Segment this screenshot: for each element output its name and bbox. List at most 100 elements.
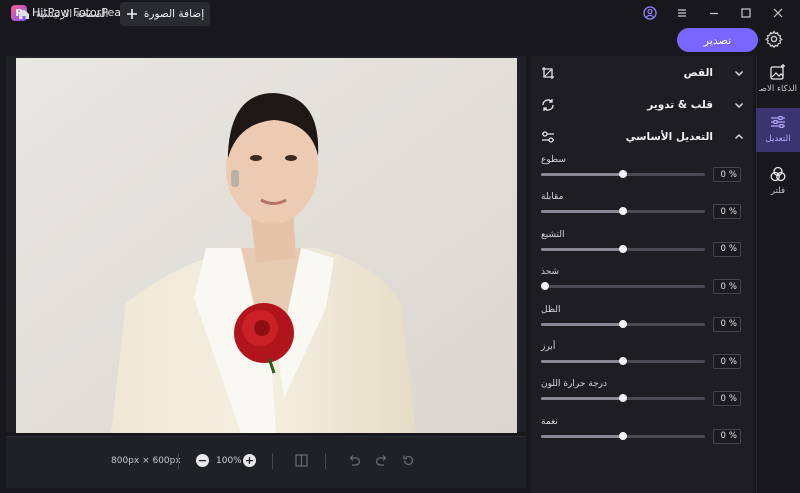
zoom-out-button[interactable]: − — [196, 454, 209, 467]
sidebar-item-edit[interactable]: التعديل — [756, 108, 800, 152]
param-label: مقابلة — [541, 192, 564, 203]
sliders-icon — [542, 131, 554, 143]
section-basic-adjust-title: التعديل الأساسي — [625, 131, 713, 143]
param-value: 0 — [720, 431, 726, 442]
tab-add-image[interactable]: إضافة الصورة — [120, 2, 210, 26]
section-crop-title: القص — [683, 67, 713, 79]
sidebar-item-filter-label: فلتر — [770, 186, 786, 196]
param-unit: % — [728, 319, 737, 330]
export-button[interactable]: تصدير — [677, 28, 758, 52]
plus-icon — [126, 9, 137, 19]
image-dimensions: 800px × 600px — [111, 456, 181, 466]
image-preview[interactable] — [16, 58, 517, 433]
param-unit: % — [728, 169, 737, 180]
param-label: درجة حرارة اللون — [541, 379, 608, 390]
crop-icon — [542, 67, 554, 79]
chevron-down-icon — [734, 70, 744, 77]
param-slider[interactable] — [541, 282, 705, 291]
sliders-icon — [771, 115, 785, 129]
param-label: شحذ — [541, 267, 560, 278]
param-unit: % — [728, 244, 737, 255]
account-icon[interactable] — [641, 4, 659, 22]
param-slider[interactable] — [541, 431, 705, 440]
sidebar-item-ai-label: الذكاء الاصطناعي — [759, 84, 797, 94]
chevron-up-icon — [734, 133, 744, 140]
param-value-input[interactable]: 0% — [713, 354, 741, 369]
chevron-down-icon — [734, 102, 744, 109]
section-crop[interactable]: القص — [541, 63, 745, 83]
slider-fill — [541, 247, 623, 251]
param-value: 0 — [720, 281, 726, 292]
param-value-input[interactable]: 0% — [713, 167, 741, 182]
maximize-icon[interactable] — [737, 4, 755, 22]
app-window: P HitPaw FotorPea الصفحة الرئيسية إضافة … — [0, 0, 800, 493]
section-basic-adjust[interactable]: التعديل الأساسي — [541, 127, 745, 147]
toolbar-divider — [325, 453, 326, 469]
settings-gear-icon[interactable] — [764, 29, 784, 49]
sidebar-item-ai[interactable]: الذكاء الاصطناعي — [756, 58, 800, 102]
close-icon[interactable] — [769, 4, 787, 22]
param-label: الظل — [541, 304, 561, 315]
param-value: 0 — [720, 393, 726, 404]
param-value-input[interactable]: 0% — [713, 316, 741, 332]
param-unit: % — [728, 431, 737, 442]
rotate-icon — [542, 99, 554, 111]
param-value-input[interactable]: 0% — [713, 241, 741, 257]
slider-fill — [541, 210, 623, 214]
slider-fill — [541, 322, 623, 326]
slider-handle[interactable] — [619, 319, 627, 328]
sidebar-item-filter[interactable]: فلتر — [756, 160, 800, 204]
slider-handle[interactable] — [619, 170, 627, 178]
toolbar-divider — [178, 453, 179, 469]
param-value-input[interactable]: 0% — [713, 428, 741, 444]
section-flip-rotate[interactable]: قلب & تدوير — [541, 95, 745, 115]
param-label: نغمة — [541, 416, 558, 427]
param-unit: % — [728, 206, 737, 217]
param-slider[interactable] — [541, 244, 705, 253]
slider-handle[interactable] — [619, 357, 627, 365]
param-value: 0 — [720, 244, 726, 255]
param-slider[interactable] — [541, 207, 705, 216]
param-value: 0 — [720, 356, 726, 367]
reset-icon[interactable] — [401, 453, 416, 468]
slider-fill — [541, 434, 623, 438]
param-slider[interactable] — [541, 170, 705, 178]
sidebar-item-edit-label: التعديل — [765, 134, 791, 144]
param-slider[interactable] — [541, 394, 705, 403]
filter-icon — [770, 166, 786, 182]
param-value: 0 — [720, 206, 726, 217]
slider-fill — [541, 397, 623, 401]
tab-add-label: إضافة الصورة — [143, 8, 205, 20]
undo-icon[interactable] — [347, 453, 362, 468]
param-slider[interactable] — [541, 357, 705, 365]
param-value-input[interactable]: 0% — [713, 279, 741, 295]
param-value-input[interactable]: 0% — [713, 204, 741, 220]
ai-image-icon — [770, 64, 785, 80]
param-unit: % — [728, 356, 737, 367]
adjustment-panel — [531, 56, 753, 493]
home-icon — [19, 9, 29, 19]
canvas-toolbar — [6, 436, 526, 488]
param-label: سطوع — [541, 155, 566, 165]
param-label: أبرز — [541, 342, 556, 352]
compare-icon[interactable] — [294, 453, 309, 468]
section-flip-rotate-title: قلب & تدوير — [647, 99, 713, 111]
slider-handle[interactable] — [619, 244, 627, 253]
param-value-input[interactable]: 0% — [713, 391, 741, 407]
param-value: 0 — [720, 169, 726, 180]
redo-icon[interactable] — [374, 453, 389, 468]
minimize-icon[interactable] — [705, 4, 723, 22]
zoom-in-button[interactable]: + — [243, 454, 256, 467]
param-slider[interactable] — [541, 319, 705, 328]
param-value: 0 — [720, 319, 726, 330]
param-unit: % — [728, 393, 737, 404]
param-unit: % — [728, 281, 737, 292]
param-label: التشبع — [541, 229, 565, 240]
toolbar-divider — [272, 453, 273, 469]
slider-fill — [541, 173, 623, 176]
tab-home[interactable]: الصفحة الرئيسية — [18, 2, 108, 26]
menu-icon[interactable] — [673, 4, 691, 22]
slider-handle[interactable] — [619, 431, 627, 440]
zoom-level: 100% — [216, 456, 242, 466]
tab-home-label: الصفحة الرئيسية — [36, 8, 109, 20]
